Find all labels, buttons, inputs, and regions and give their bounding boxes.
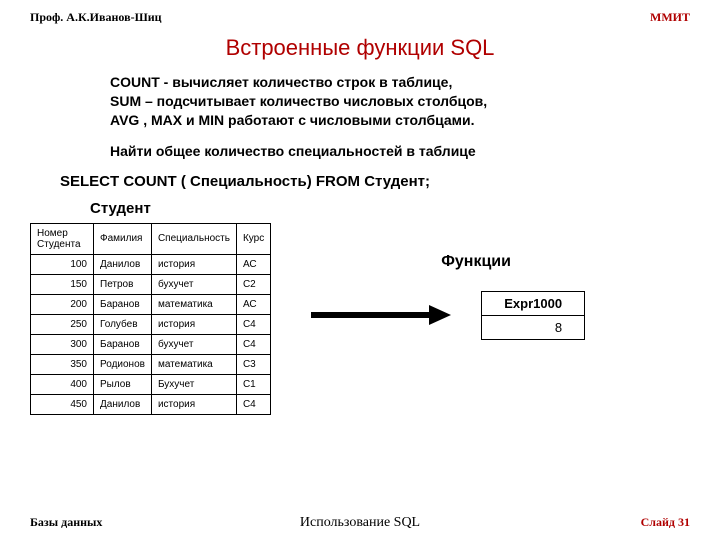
col-header: Курс xyxy=(236,223,270,254)
cell: Баранов xyxy=(94,294,152,314)
student-table: Номер Студента Фамилия Специальность Кур… xyxy=(30,223,271,415)
cell: Данилов xyxy=(94,254,152,274)
table-row: 150 Петров бухучет С2 xyxy=(31,274,271,294)
cell: математика xyxy=(151,354,236,374)
cell: Данилов xyxy=(94,394,152,414)
cell: АС xyxy=(236,294,270,314)
arrow-icon xyxy=(311,305,451,325)
result-header: Expr1000 xyxy=(482,291,585,315)
sql-statement: SELECT COUNT ( Специальность) FROM Студе… xyxy=(60,173,690,190)
table-row: 100 Данилов история АС xyxy=(31,254,271,274)
cell: С4 xyxy=(236,314,270,334)
body-line: COUNT - вычисляет количество строк в таб… xyxy=(110,74,452,90)
result-table: Expr1000 8 xyxy=(481,291,585,340)
table-row: 8 xyxy=(482,315,585,339)
slide-title: Встроенные функции SQL xyxy=(30,35,690,61)
table-caption: Студент xyxy=(90,200,690,217)
cell: С1 xyxy=(236,374,270,394)
table-header-row: Expr1000 xyxy=(482,291,585,315)
author-label: Проф. А.К.Иванов-Шиц xyxy=(30,10,162,25)
cell: С4 xyxy=(236,334,270,354)
result-block: Функции Expr1000 8 xyxy=(311,253,585,340)
table-row: 400 Рылов Бухучет С1 xyxy=(31,374,271,394)
cell: Баранов xyxy=(94,334,152,354)
cell: бухучет xyxy=(151,274,236,294)
functions-label: Функции xyxy=(441,253,585,271)
col-header: Специальность xyxy=(151,223,236,254)
cell: история xyxy=(151,254,236,274)
cell: С2 xyxy=(236,274,270,294)
slide-footer: Базы данных Использование SQL Слайд 31 xyxy=(30,515,690,530)
body-text: COUNT - вычисляет количество строк в таб… xyxy=(110,73,630,161)
cell: 350 xyxy=(31,354,94,374)
table-row: 300 Баранов бухучет С4 xyxy=(31,334,271,354)
cell: 100 xyxy=(31,254,94,274)
arrow-row: Expr1000 8 xyxy=(311,291,585,340)
cell: Родионов xyxy=(94,354,152,374)
cell: С4 xyxy=(236,394,270,414)
org-label: ММИТ xyxy=(650,10,690,25)
table-row: 450 Данилов история С4 xyxy=(31,394,271,414)
cell: Рылов xyxy=(94,374,152,394)
body-task: Найти общее количество специальностей в … xyxy=(110,142,630,161)
body-line: AVG , MAX и MIN работают с числовыми сто… xyxy=(110,112,475,128)
col-header: Номер Студента xyxy=(31,223,94,254)
footer-center: Использование SQL xyxy=(300,515,420,531)
table-row: 250 Голубев история С4 xyxy=(31,314,271,334)
footer-left: Базы данных xyxy=(30,515,102,530)
cell: 150 xyxy=(31,274,94,294)
cell: Петров xyxy=(94,274,152,294)
cell: АС xyxy=(236,254,270,274)
result-value: 8 xyxy=(482,315,585,339)
cell: математика xyxy=(151,294,236,314)
cell: Голубев xyxy=(94,314,152,334)
cell: 200 xyxy=(31,294,94,314)
col-header: Фамилия xyxy=(94,223,152,254)
cell: история xyxy=(151,314,236,334)
cell: бухучет xyxy=(151,334,236,354)
cell: 300 xyxy=(31,334,94,354)
body-line: SUM – подсчитывает количество числовых с… xyxy=(110,93,487,109)
cell: 400 xyxy=(31,374,94,394)
cell: история xyxy=(151,394,236,414)
table-header-row: Номер Студента Фамилия Специальность Кур… xyxy=(31,223,271,254)
table-row: 200 Баранов математика АС xyxy=(31,294,271,314)
cell: С3 xyxy=(236,354,270,374)
cell: 450 xyxy=(31,394,94,414)
cell: 250 xyxy=(31,314,94,334)
footer-right: Слайд 31 xyxy=(641,515,690,530)
table-row: 350 Родионов математика С3 xyxy=(31,354,271,374)
slide-header: Проф. А.К.Иванов-Шиц ММИТ xyxy=(30,10,690,25)
cell: Бухучет xyxy=(151,374,236,394)
content-row: Номер Студента Фамилия Специальность Кур… xyxy=(30,223,690,415)
slide: Проф. А.К.Иванов-Шиц ММИТ Встроенные фун… xyxy=(0,0,720,540)
